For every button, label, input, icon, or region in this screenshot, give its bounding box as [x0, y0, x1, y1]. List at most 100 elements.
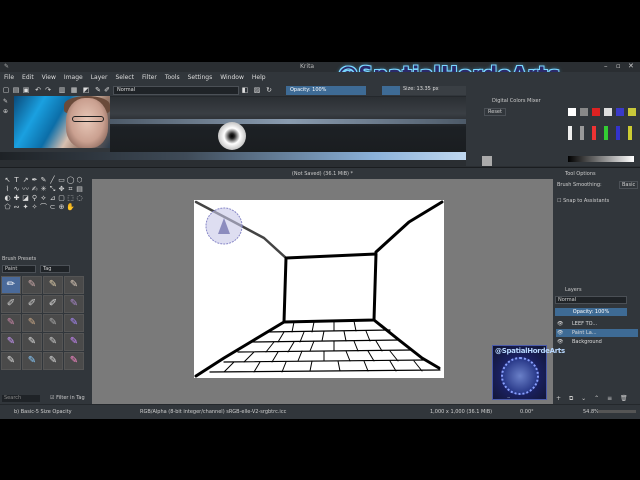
eyedropper-icon[interactable]: ⚲	[30, 194, 39, 203]
reload-preset-icon[interactable]: ↻	[265, 86, 273, 94]
move-tool-icon[interactable]: ✥	[57, 185, 66, 194]
layer-blend-select[interactable]: Normal	[555, 296, 627, 304]
preset-search-input[interactable]: Search	[2, 395, 40, 402]
preset-filter-select[interactable]: Paint	[2, 265, 36, 273]
visibility-eye-icon[interactable]: 👁	[557, 329, 563, 337]
rectangle-tool-icon[interactable]: ▭	[57, 176, 66, 185]
preset-brush-17[interactable]: ✎	[1, 352, 21, 370]
preset-brush-15[interactable]: ✎	[43, 333, 63, 351]
smoothing-select[interactable]: Basic	[619, 181, 639, 189]
undo-icon[interactable]: ↶	[34, 86, 42, 94]
preserve-alpha-icon[interactable]: ▨	[253, 86, 261, 94]
fill-tool-icon[interactable]: ◪	[21, 194, 30, 203]
menu-view[interactable]: View	[38, 72, 60, 83]
mixer-slider-3[interactable]	[592, 126, 596, 140]
maximize-icon[interactable]: ▫	[616, 62, 621, 70]
pattern-icon[interactable]: ▦	[70, 86, 78, 94]
menu-edit[interactable]: Edit	[18, 72, 38, 83]
calligraphy-icon[interactable]: ✒	[30, 176, 39, 185]
preset-brush-5[interactable]: ✐	[1, 295, 21, 313]
brush-tool-icon[interactable]: ✎	[39, 176, 48, 185]
preset-brush-19[interactable]: ✎	[43, 352, 63, 370]
gradient-tool-icon[interactable]: ▤	[75, 185, 84, 194]
mixer-slider-1[interactable]	[568, 126, 572, 140]
select-shapes-icon[interactable]: ↖	[3, 176, 12, 185]
pan-tool-icon[interactable]: ✋	[66, 203, 75, 212]
snap-to-assistants-checkbox[interactable]: ☐ Snap to Assistants	[557, 198, 609, 204]
preset-brush-6[interactable]: ✐	[22, 295, 42, 313]
dynamic-brush-icon[interactable]: ✍	[30, 185, 39, 194]
menu-file[interactable]: File	[0, 72, 18, 83]
preset-brush-16[interactable]: ✎	[64, 333, 84, 351]
mixer-slider-4[interactable]	[604, 126, 608, 140]
mixer-slider-5[interactable]	[616, 126, 620, 140]
menu-tools[interactable]: Tools	[161, 72, 184, 83]
crop-tool-icon[interactable]: ⌗	[66, 185, 75, 194]
mixer-swatch-red[interactable]	[592, 108, 600, 116]
mixer-swatch-white[interactable]	[568, 108, 576, 116]
brush-editor-icon[interactable]: ✎	[94, 86, 102, 94]
mixer-reset-button[interactable]: Reset	[484, 108, 506, 116]
filter-in-tag-checkbox[interactable]: ☑ Filter in Tag	[50, 395, 85, 401]
similar-select-icon[interactable]: ✧	[30, 203, 39, 212]
layer-properties-icon[interactable]: ≡	[607, 395, 612, 402]
mixer-swatch-yellow[interactable]	[628, 108, 636, 116]
mixer-current-color[interactable]	[482, 156, 492, 166]
open-icon[interactable]: ▤	[12, 86, 20, 94]
freehand-select-icon[interactable]: ∾	[12, 203, 21, 212]
eraser-icon[interactable]: ◧	[241, 86, 249, 94]
move-down-icon[interactable]: ⌄	[581, 395, 586, 402]
layer-row[interactable]: 👁 LEEF TO...	[556, 320, 638, 328]
menu-filter[interactable]: Filter	[138, 72, 161, 83]
status-rotation[interactable]: 0.00°	[520, 409, 534, 415]
preset-brush-13[interactable]: ✎	[1, 333, 21, 351]
new-document-icon[interactable]: ▢	[2, 86, 10, 94]
ellipse-tool-icon[interactable]: ◯	[66, 176, 75, 185]
rect-select-icon[interactable]: ⬚	[66, 194, 75, 203]
preset-brush-3[interactable]: ✎	[43, 276, 63, 294]
delete-layer-icon[interactable]: 🗑	[620, 395, 628, 402]
scratchpad-fill-icon[interactable]: ⊕	[3, 108, 8, 115]
scratchpad-clear-icon[interactable]: ✎	[3, 98, 8, 105]
preset-brush-7[interactable]: ✐	[43, 295, 63, 313]
brush-preset-icon[interactable]: ✐	[103, 86, 111, 94]
preset-brush-2[interactable]: ✎	[22, 276, 42, 294]
layer-row[interactable]: 👁 Background	[556, 338, 638, 346]
polygon-tool-icon[interactable]: ⬡	[75, 176, 84, 185]
edit-shapes-icon[interactable]: ↗	[21, 176, 30, 185]
preset-brush-20[interactable]: ✎	[64, 352, 84, 370]
preset-brush-18[interactable]: ✎	[22, 352, 42, 370]
mixer-swatch-light[interactable]	[604, 108, 612, 116]
opacity-slider[interactable]: Opacity: 100%	[286, 86, 366, 95]
zoom-slider[interactable]	[598, 410, 636, 413]
redo-icon[interactable]: ↷	[44, 86, 52, 94]
multibrush-icon[interactable]: ✳	[39, 185, 48, 194]
preset-brush-1[interactable]: ✏	[1, 276, 21, 294]
polygon-select-icon[interactable]: ⬠	[3, 203, 12, 212]
preset-tag-select[interactable]: Tag	[40, 265, 70, 273]
visibility-eye-icon[interactable]: 👁	[557, 338, 563, 346]
mixer-slider-2[interactable]	[580, 126, 584, 140]
layer-row[interactable]: 👁 Paint La...	[556, 329, 638, 337]
zoom-tool-icon[interactable]: ⊕	[57, 203, 66, 212]
menu-layer[interactable]: Layer	[87, 72, 112, 83]
preset-brush-11[interactable]: ✎	[43, 314, 63, 332]
drawing-canvas[interactable]	[194, 200, 444, 378]
contiguous-select-icon[interactable]: ✦	[21, 203, 30, 212]
preset-brush-4[interactable]: ✎	[64, 276, 84, 294]
add-layer-icon[interactable]: +	[556, 395, 561, 402]
assistant-tool-icon[interactable]: ⟡	[39, 194, 48, 203]
mixer-slider-6[interactable]	[628, 126, 632, 140]
polyline-tool-icon[interactable]: ⌇	[3, 185, 12, 194]
preset-brush-10[interactable]: ✎	[22, 314, 42, 332]
transform-tool-icon[interactable]: ⤡	[48, 185, 57, 194]
fill-icon[interactable]: ◩	[82, 86, 90, 94]
blend-mode-select[interactable]: Normal	[113, 86, 239, 95]
colorize-mask-icon[interactable]: ◐	[3, 194, 12, 203]
status-zoom[interactable]: 54.8%	[583, 409, 599, 415]
measure-tool-icon[interactable]: ⊿	[48, 194, 57, 203]
gradient-icon[interactable]: ▥	[58, 86, 66, 94]
flow-slider[interactable]	[382, 86, 400, 95]
save-icon[interactable]: ▣	[22, 86, 30, 94]
menu-help[interactable]: Help	[248, 72, 270, 83]
